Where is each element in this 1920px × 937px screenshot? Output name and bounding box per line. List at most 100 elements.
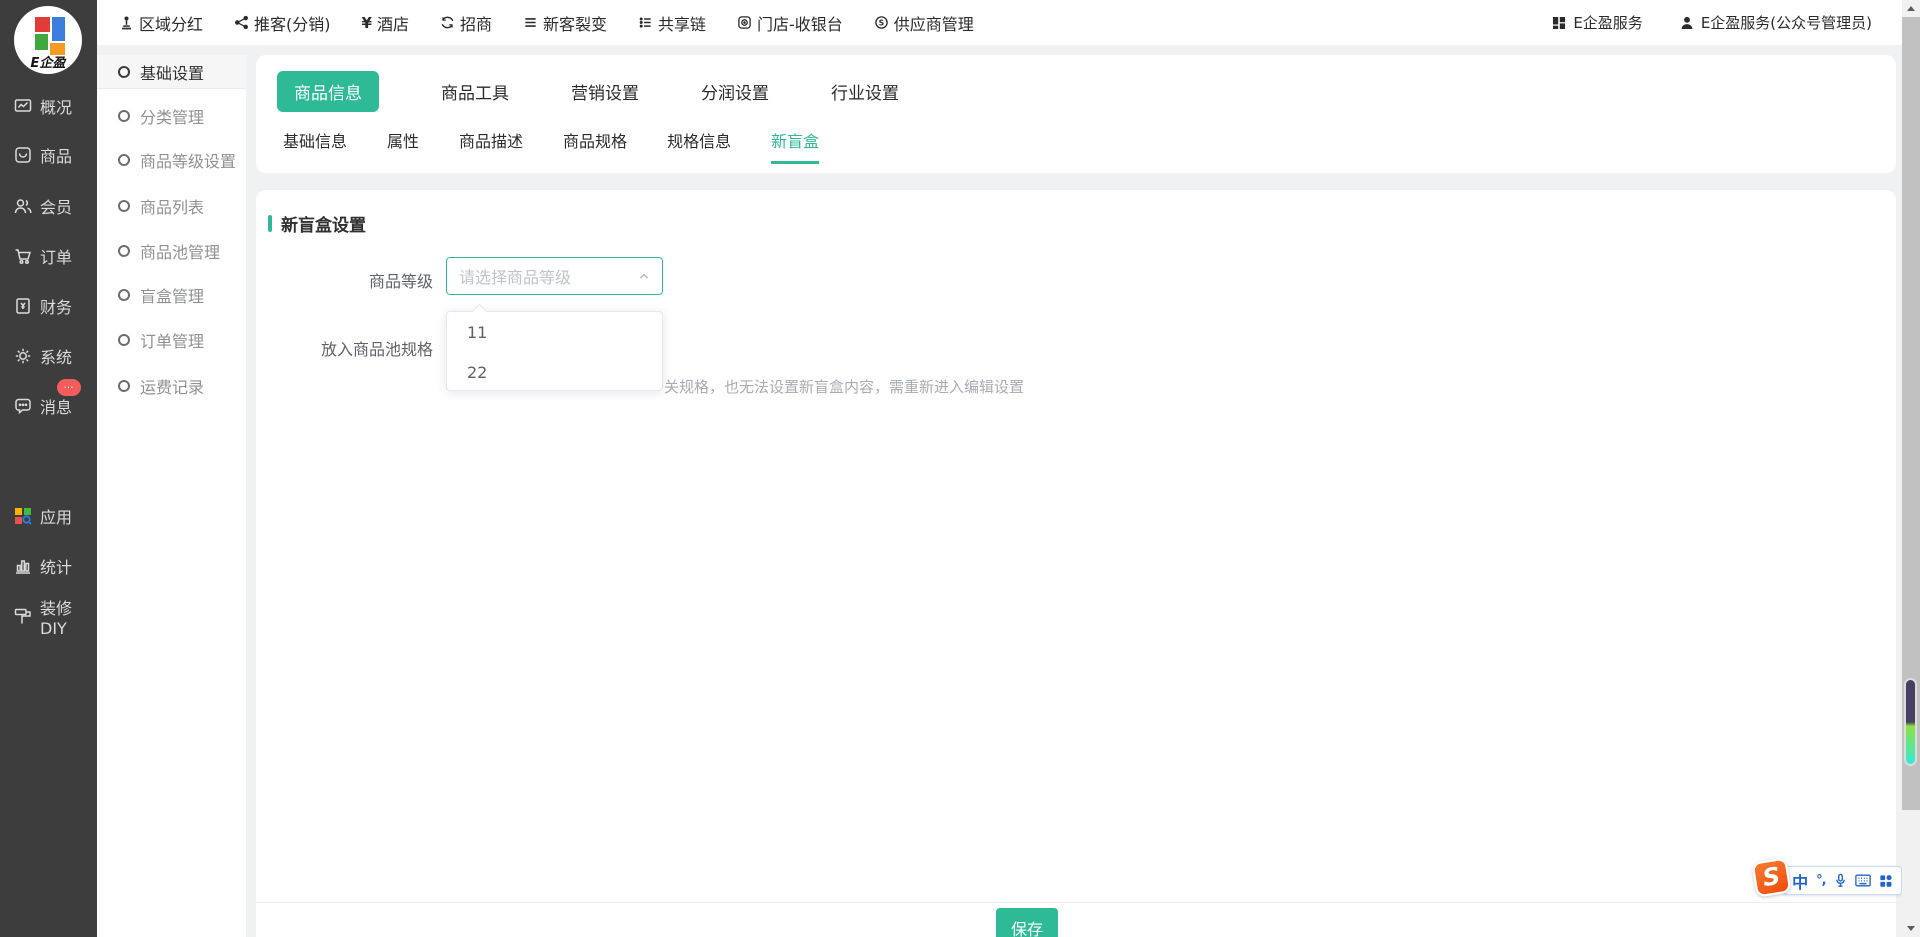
tab-profit-settings[interactable]: 分润设置	[701, 79, 769, 104]
app-logo[interactable]: E企盈	[14, 6, 82, 74]
radio-circle-icon	[118, 154, 130, 166]
chevron-up-icon	[636, 268, 652, 284]
sogou-logo-icon[interactable]: S	[1751, 857, 1791, 897]
subtab-new-blind-box[interactable]: 新盲盒	[771, 128, 819, 164]
logo-block-blue	[52, 17, 65, 41]
save-button[interactable]: 保存	[996, 908, 1058, 937]
sidebar-item-apps[interactable]: 应用	[0, 504, 97, 528]
sidebar-item-stats[interactable]: 统计	[0, 554, 97, 578]
submenu-item-goods-pool[interactable]: 商品池管理	[97, 234, 246, 268]
sidebar-item-messages[interactable]: 消息	[0, 394, 97, 418]
topnav-label: 酒店	[377, 11, 409, 35]
submenu-label: 盲盒管理	[140, 283, 204, 307]
topnav-label: 区域分红	[139, 11, 203, 35]
triangle-up-icon	[1907, 6, 1915, 11]
sidebar-item-label: 财务	[40, 294, 72, 318]
submenu-item-freight-records[interactable]: 运费记录	[97, 369, 246, 403]
logo-block-green	[35, 34, 48, 50]
topbar: 区域分红 推客(分销) ¥ 酒店 招商 新客裂变 共享链 门店-收银台 S 供应…	[97, 0, 1902, 45]
submenu-label: 分类管理	[140, 104, 204, 128]
sidebar-item-finance[interactable]: 财务	[0, 294, 97, 318]
goods-icon	[13, 145, 33, 165]
section-title: 新盲盒设置	[281, 211, 366, 236]
tab-marketing-settings[interactable]: 营销设置	[571, 79, 639, 104]
tabs-card: 商品信息 商品工具 营销设置 分润设置 行业设置 基础信息 属性 商品描述 商品…	[256, 55, 1896, 173]
sidebar-item-label: 统计	[40, 554, 72, 578]
ime-punctuation-toggle[interactable]: °,	[1816, 873, 1825, 888]
overview-icon	[13, 96, 33, 116]
sidebar-item-label: 装修DIY	[40, 595, 97, 638]
storefront-icon	[737, 15, 752, 30]
page-scrollbar	[1902, 0, 1920, 937]
dropdown-option[interactable]: 11	[447, 312, 662, 352]
sidebar-item-goods[interactable]: 商品	[0, 143, 97, 167]
svg-text:S: S	[879, 18, 884, 27]
sidebar-item-overview[interactable]: 概况	[0, 94, 97, 118]
subtab-basic-info[interactable]: 基础信息	[283, 128, 347, 161]
radio-circle-icon	[118, 110, 130, 122]
submenu-label: 运费记录	[140, 374, 204, 398]
sidebar-item-label: 商品	[40, 143, 72, 167]
submenu-label: 基础设置	[140, 60, 204, 84]
subtab-attributes[interactable]: 属性	[387, 128, 419, 161]
topnav-item-share-chain[interactable]: 共享链	[638, 11, 706, 35]
sidebar-item-system[interactable]: 系统	[0, 344, 97, 368]
topnav-label: 推客(分销)	[254, 11, 331, 35]
radio-circle-icon	[118, 66, 130, 78]
members-icon	[13, 196, 33, 216]
sidebar-item-label: 应用	[40, 504, 72, 528]
submenu-label: 商品列表	[140, 194, 204, 218]
topnav-item-supplier[interactable]: S 供应商管理	[874, 11, 974, 35]
dropdown-option[interactable]: 22	[447, 352, 662, 392]
ime-lang-toggle[interactable]: 中	[1792, 869, 1808, 893]
subtab-spec-info[interactable]: 规格信息	[667, 128, 731, 161]
scroll-up-button[interactable]	[1902, 0, 1920, 17]
account-menu[interactable]: E企盈服务(公众号管理员)	[1679, 12, 1872, 33]
level-select[interactable]: 请选择商品等级	[446, 257, 663, 295]
topnav-item-region-dividend[interactable]: 区域分红	[119, 11, 203, 35]
sidebar-item-orders[interactable]: 订单	[0, 244, 97, 268]
sogou-tools-icon[interactable]	[1879, 874, 1893, 888]
sidebar-item-diy[interactable]: 装修DIY	[0, 604, 97, 628]
trophy-icon	[119, 15, 134, 31]
keyboard-icon[interactable]	[1855, 874, 1871, 887]
pool-spec-label: 放入商品池规格	[256, 336, 433, 360]
grid-icon	[1551, 15, 1567, 31]
sidebar-item-label: 概况	[40, 94, 72, 118]
apps-icon	[13, 506, 33, 526]
radio-circle-icon	[118, 200, 130, 212]
topnav-item-fission[interactable]: 新客裂变	[523, 11, 607, 35]
topnav-item-investment[interactable]: 招商	[440, 11, 492, 35]
services-label: E企盈服务	[1573, 12, 1642, 33]
subtab-specs[interactable]: 商品规格	[563, 128, 627, 161]
submenu-item-category[interactable]: 分类管理	[97, 99, 246, 133]
tab-goods-info[interactable]: 商品信息	[277, 71, 379, 112]
sidebar-item-label: 订单	[40, 244, 72, 268]
services-menu[interactable]: E企盈服务	[1551, 12, 1642, 33]
logo-text: E企盈	[14, 52, 82, 71]
scroll-down-button[interactable]	[1902, 920, 1920, 937]
tab-industry-settings[interactable]: 行业设置	[831, 79, 899, 104]
topnav-item-hotel[interactable]: ¥ 酒店	[362, 11, 409, 35]
topnav-item-promoter[interactable]: 推客(分销)	[234, 11, 331, 35]
topbar-right: E企盈服务 E企盈服务(公众号管理员)	[1551, 12, 1872, 33]
topnav-item-store-cashier[interactable]: 门店-收银台	[737, 11, 843, 35]
sidebar-item-label: 消息	[40, 394, 72, 418]
level-select-placeholder: 请选择商品等级	[459, 264, 636, 288]
submenu-item-blind-box[interactable]: 盲盒管理	[97, 278, 246, 312]
submenu-item-goods-level[interactable]: 商品等级设置	[97, 143, 246, 177]
subtab-description[interactable]: 商品描述	[459, 128, 523, 161]
submenu-item-basic-settings[interactable]: 基础设置	[97, 55, 246, 89]
radio-circle-icon	[118, 380, 130, 392]
supplier-icon: S	[874, 15, 889, 30]
submenu-item-order-manage[interactable]: 订单管理	[97, 323, 246, 357]
triangle-down-icon	[1907, 926, 1915, 931]
level-dropdown: 11 22	[446, 311, 663, 391]
mic-icon[interactable]	[1834, 873, 1847, 888]
submenu-label: 订单管理	[140, 328, 204, 352]
level-label: 商品等级	[256, 268, 433, 292]
submenu-item-goods-list[interactable]: 商品列表	[97, 189, 246, 223]
sidebar-item-members[interactable]: 会员	[0, 194, 97, 218]
radio-circle-icon	[118, 289, 130, 301]
tab-goods-tools[interactable]: 商品工具	[441, 79, 509, 104]
